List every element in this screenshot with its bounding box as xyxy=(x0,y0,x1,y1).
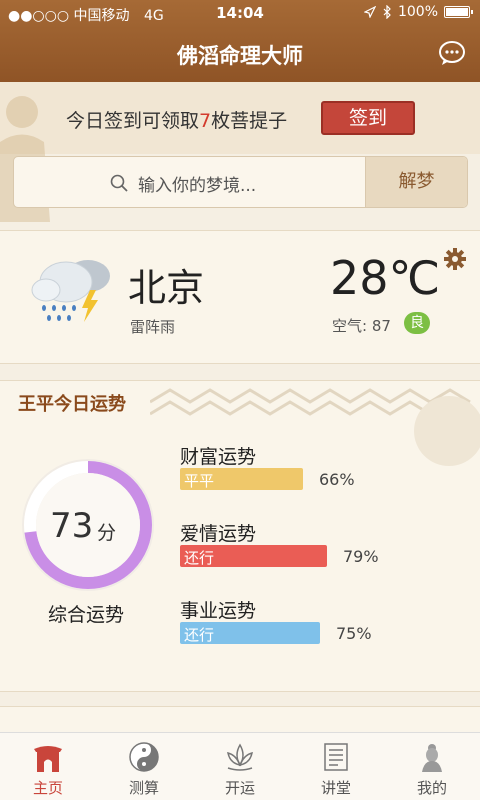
status-bar: ●●○○○ 中国移动 4G 14:04 100% xyxy=(0,0,480,26)
search-icon xyxy=(110,174,128,192)
signin-button[interactable]: 签到 xyxy=(321,101,415,135)
love-fortune-bar: 还行 xyxy=(180,545,366,567)
career-fortune-tag: 还行 xyxy=(184,626,215,644)
decorative-circle xyxy=(414,396,480,466)
love-fortune-percent: 79% xyxy=(343,547,379,566)
tab-fortune-calc-label: 测算 xyxy=(128,779,159,797)
signin-prompt: 今日签到可领取7枚菩提子 xyxy=(66,110,288,132)
tab-home-label: 主页 xyxy=(32,779,63,797)
career-fortune-label: 事业运势 xyxy=(180,600,257,622)
next-section-strip xyxy=(0,706,480,732)
wealth-fortune-label: 财富运势 xyxy=(180,446,257,468)
weather-condition: 雷阵雨 xyxy=(130,318,176,336)
location-icon xyxy=(363,6,376,18)
top-bar: ●●○○○ 中国移动 4G 14:04 100% 佛滔命理大师 xyxy=(0,0,480,82)
overall-fortune-label: 综合运势 xyxy=(48,604,125,626)
city-name: 北京 xyxy=(128,266,205,310)
tab-lecture[interactable]: 讲堂 xyxy=(288,733,384,800)
score-unit: 分 xyxy=(97,522,117,544)
bodhi-count: 7 xyxy=(199,110,212,132)
yinyang-icon xyxy=(129,742,159,772)
overall-score: 73 xyxy=(50,506,94,546)
tab-fortune-calc[interactable]: 测算 xyxy=(96,733,192,800)
tab-bar: 主页 测算 开运 讲堂 我的 xyxy=(0,732,480,800)
air-quality-label: 空气: 87 xyxy=(332,317,391,335)
love-fortune-fill: 还行 xyxy=(180,545,327,567)
nav-bar: 佛滔命理大师 xyxy=(0,26,480,82)
battery-percent: 100% xyxy=(397,4,438,20)
book-icon xyxy=(324,743,348,771)
fortune-title: 王平今日运势 xyxy=(18,394,126,415)
wealth-fortune-percent: 66% xyxy=(319,470,355,489)
buddha-icon xyxy=(422,744,442,772)
tab-luck-label: 开运 xyxy=(224,779,255,797)
wealth-fortune-tag: 平平 xyxy=(184,472,215,490)
bluetooth-icon xyxy=(383,5,391,19)
love-fortune-label: 爱情运势 xyxy=(180,523,257,545)
interpret-dream-button[interactable]: 解梦 xyxy=(365,157,467,207)
home-icon xyxy=(34,746,62,772)
tab-mine-label: 我的 xyxy=(416,779,447,797)
gear-icon[interactable] xyxy=(444,248,466,270)
message-icon[interactable] xyxy=(438,40,466,66)
tab-luck[interactable]: 开运 xyxy=(192,733,288,800)
air-quality-badge: 良 xyxy=(404,312,430,334)
battery-icon xyxy=(444,6,473,18)
dream-search-input[interactable]: 输入你的梦境... xyxy=(138,171,256,196)
tab-lecture-label: 讲堂 xyxy=(320,779,351,797)
tab-home[interactable]: 主页 xyxy=(0,733,96,800)
tab-mine[interactable]: 我的 xyxy=(384,733,480,800)
career-fortune-percent: 75% xyxy=(336,624,372,643)
love-fortune-tag: 还行 xyxy=(184,549,215,567)
page-title: 佛滔命理大师 xyxy=(177,44,303,68)
lotus-icon xyxy=(227,743,253,771)
temperature: 28℃ xyxy=(330,251,441,305)
wealth-fortune-fill: 平平 xyxy=(180,468,303,490)
thunderstorm-icon xyxy=(31,260,110,322)
career-fortune-fill: 还行 xyxy=(180,622,320,644)
dream-search-bar: 输入你的梦境... 解梦 xyxy=(13,156,468,208)
